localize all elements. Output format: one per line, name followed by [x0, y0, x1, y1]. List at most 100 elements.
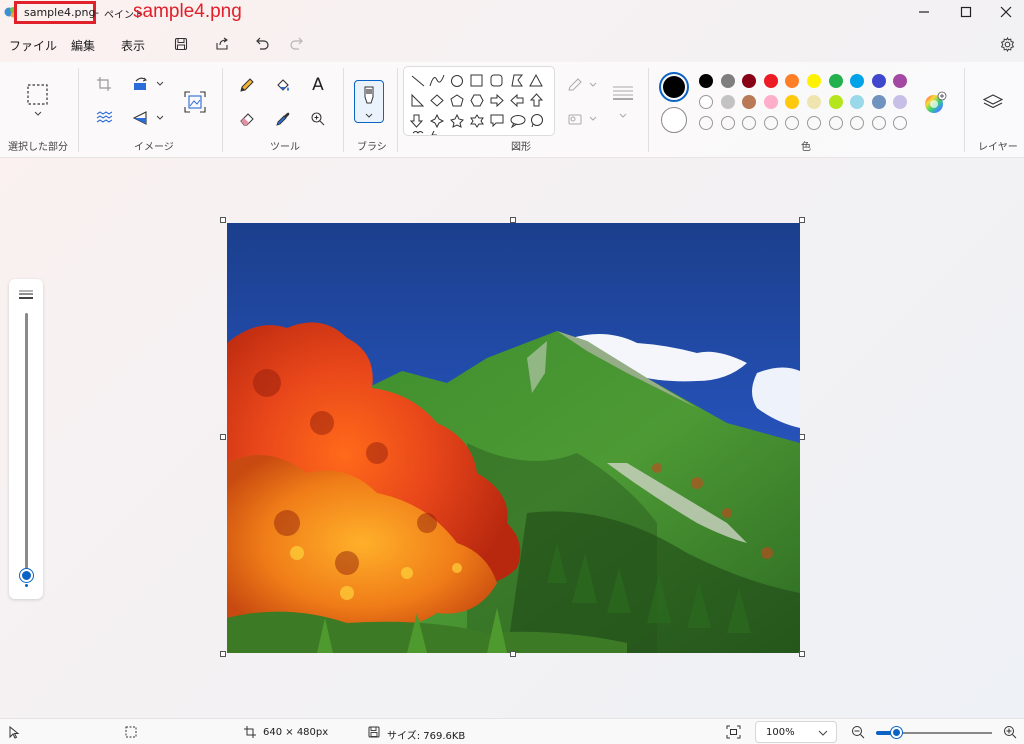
custom-color-slot[interactable] [742, 116, 757, 130]
resize-handle-top-right[interactable] [799, 217, 805, 223]
palette-swatch[interactable] [699, 95, 713, 109]
palette-swatch[interactable] [807, 74, 821, 88]
fit-to-window-icon[interactable] [726, 725, 741, 739]
image-properties-button[interactable] [183, 90, 207, 114]
palette-swatch[interactable] [850, 74, 865, 88]
drawing-canvas[interactable] [227, 223, 800, 653]
shape-fill-button[interactable] [565, 110, 601, 128]
palette-swatch[interactable] [828, 95, 843, 109]
line-width-button[interactable] [610, 82, 636, 122]
heart-shape-icon[interactable] [412, 131, 424, 134]
resize-handle-bottom[interactable] [510, 651, 516, 657]
resize-handle-bottom-right[interactable] [799, 651, 805, 657]
resize-handle-left[interactable] [220, 434, 226, 440]
palette-swatch[interactable] [763, 74, 778, 88]
palette-swatch[interactable] [742, 95, 757, 109]
palette-swatch[interactable] [871, 74, 886, 88]
triangle-shape-icon[interactable] [529, 73, 543, 87]
four-point-star-shape-icon[interactable] [429, 113, 445, 129]
palette-swatch[interactable] [720, 74, 735, 88]
zoom-slider-thumb[interactable] [891, 727, 902, 738]
six-point-star-shape-icon[interactable] [470, 114, 484, 128]
custom-color-slot[interactable] [720, 116, 735, 130]
speech-bubble-oval-shape-icon[interactable] [510, 115, 526, 129]
palette-swatch[interactable] [785, 74, 800, 88]
custom-color-slot[interactable] [807, 116, 821, 130]
undo-button[interactable] [251, 33, 273, 55]
brush-size-slider[interactable] [9, 279, 43, 599]
selection-tool-button[interactable] [24, 80, 52, 120]
custom-color-slot[interactable] [850, 116, 865, 130]
palette-swatch[interactable] [807, 95, 821, 109]
five-point-star-shape-icon[interactable] [450, 113, 464, 128]
custom-color-slot[interactable] [893, 116, 908, 130]
arrow-right-shape-icon[interactable] [490, 93, 504, 108]
oval-shape-icon[interactable] [451, 75, 463, 87]
custom-color-slot[interactable] [763, 116, 778, 130]
palette-swatch[interactable] [893, 74, 908, 88]
palette-swatch[interactable] [763, 95, 778, 109]
slider-thumb[interactable] [20, 569, 33, 582]
diamond-shape-icon[interactable] [430, 94, 444, 107]
speech-bubble-cloud-shape-icon[interactable] [531, 114, 543, 128]
rotate-button[interactable] [130, 74, 168, 94]
color-picker-button[interactable] [272, 108, 294, 130]
resize-button[interactable] [94, 108, 114, 128]
share-button[interactable] [211, 33, 233, 55]
hexagon-shape-icon[interactable] [470, 94, 484, 107]
right-triangle-shape-icon[interactable] [411, 93, 425, 107]
arrow-up-shape-icon[interactable] [529, 93, 544, 107]
palette-swatch[interactable] [742, 74, 757, 88]
text-tool-button[interactable]: A [307, 74, 329, 96]
menu-file[interactable]: ファイル [9, 37, 57, 54]
flip-button[interactable] [130, 108, 168, 128]
resize-handle-top-left[interactable] [220, 217, 226, 223]
zoom-level-dropdown[interactable]: 100% [755, 721, 837, 743]
edit-colors-button[interactable] [922, 90, 948, 116]
magnifier-button[interactable] [307, 108, 329, 130]
custom-color-slot[interactable] [699, 116, 713, 130]
palette-swatch[interactable] [850, 95, 865, 109]
save-button[interactable] [170, 33, 192, 55]
curve-shape-icon[interactable] [429, 74, 445, 87]
resize-handle-bottom-left[interactable] [220, 651, 226, 657]
shape-outline-button[interactable] [565, 76, 601, 94]
custom-color-slot[interactable] [871, 116, 886, 130]
redo-button[interactable] [286, 33, 308, 55]
menu-edit[interactable]: 編集 [71, 37, 95, 54]
maximize-button[interactable] [946, 0, 986, 24]
pencil-tool-button[interactable] [236, 74, 258, 96]
zoom-out-icon[interactable] [851, 725, 865, 739]
palette-swatch[interactable] [720, 95, 735, 109]
arrow-left-shape-icon[interactable] [510, 93, 524, 108]
fill-tool-button[interactable] [272, 74, 294, 96]
rectangle-shape-icon[interactable] [470, 74, 483, 87]
crop-button[interactable] [94, 74, 114, 94]
layers-button[interactable] [981, 92, 1005, 114]
minimize-button[interactable] [904, 0, 944, 24]
custom-color-slot[interactable] [785, 116, 800, 130]
palette-swatch[interactable] [871, 95, 886, 109]
resize-handle-top[interactable] [510, 217, 516, 223]
rounded-rectangle-shape-icon[interactable] [490, 74, 503, 87]
palette-swatch[interactable] [828, 74, 843, 88]
zoom-in-icon[interactable] [1003, 725, 1017, 739]
close-button[interactable] [986, 0, 1024, 24]
palette-swatch[interactable] [785, 95, 800, 109]
pentagon-shape-icon[interactable] [450, 94, 464, 107]
lightning-shape-icon[interactable] [431, 130, 438, 136]
menu-view[interactable]: 表示 [121, 37, 145, 54]
eraser-tool-button[interactable] [236, 108, 258, 130]
resize-handle-right[interactable] [799, 434, 805, 440]
palette-swatch[interactable] [893, 95, 908, 109]
line-shape-icon[interactable] [411, 75, 425, 87]
primary-color-button[interactable] [659, 72, 689, 102]
speech-bubble-rect-shape-icon[interactable] [490, 114, 504, 128]
brush-button[interactable] [354, 80, 384, 123]
arrow-down-shape-icon[interactable] [409, 114, 424, 128]
secondary-color-button[interactable] [661, 107, 687, 133]
palette-swatch[interactable] [699, 74, 713, 88]
settings-button[interactable] [996, 33, 1018, 55]
polygon-shape-icon[interactable] [511, 74, 524, 87]
custom-color-slot[interactable] [828, 116, 843, 130]
